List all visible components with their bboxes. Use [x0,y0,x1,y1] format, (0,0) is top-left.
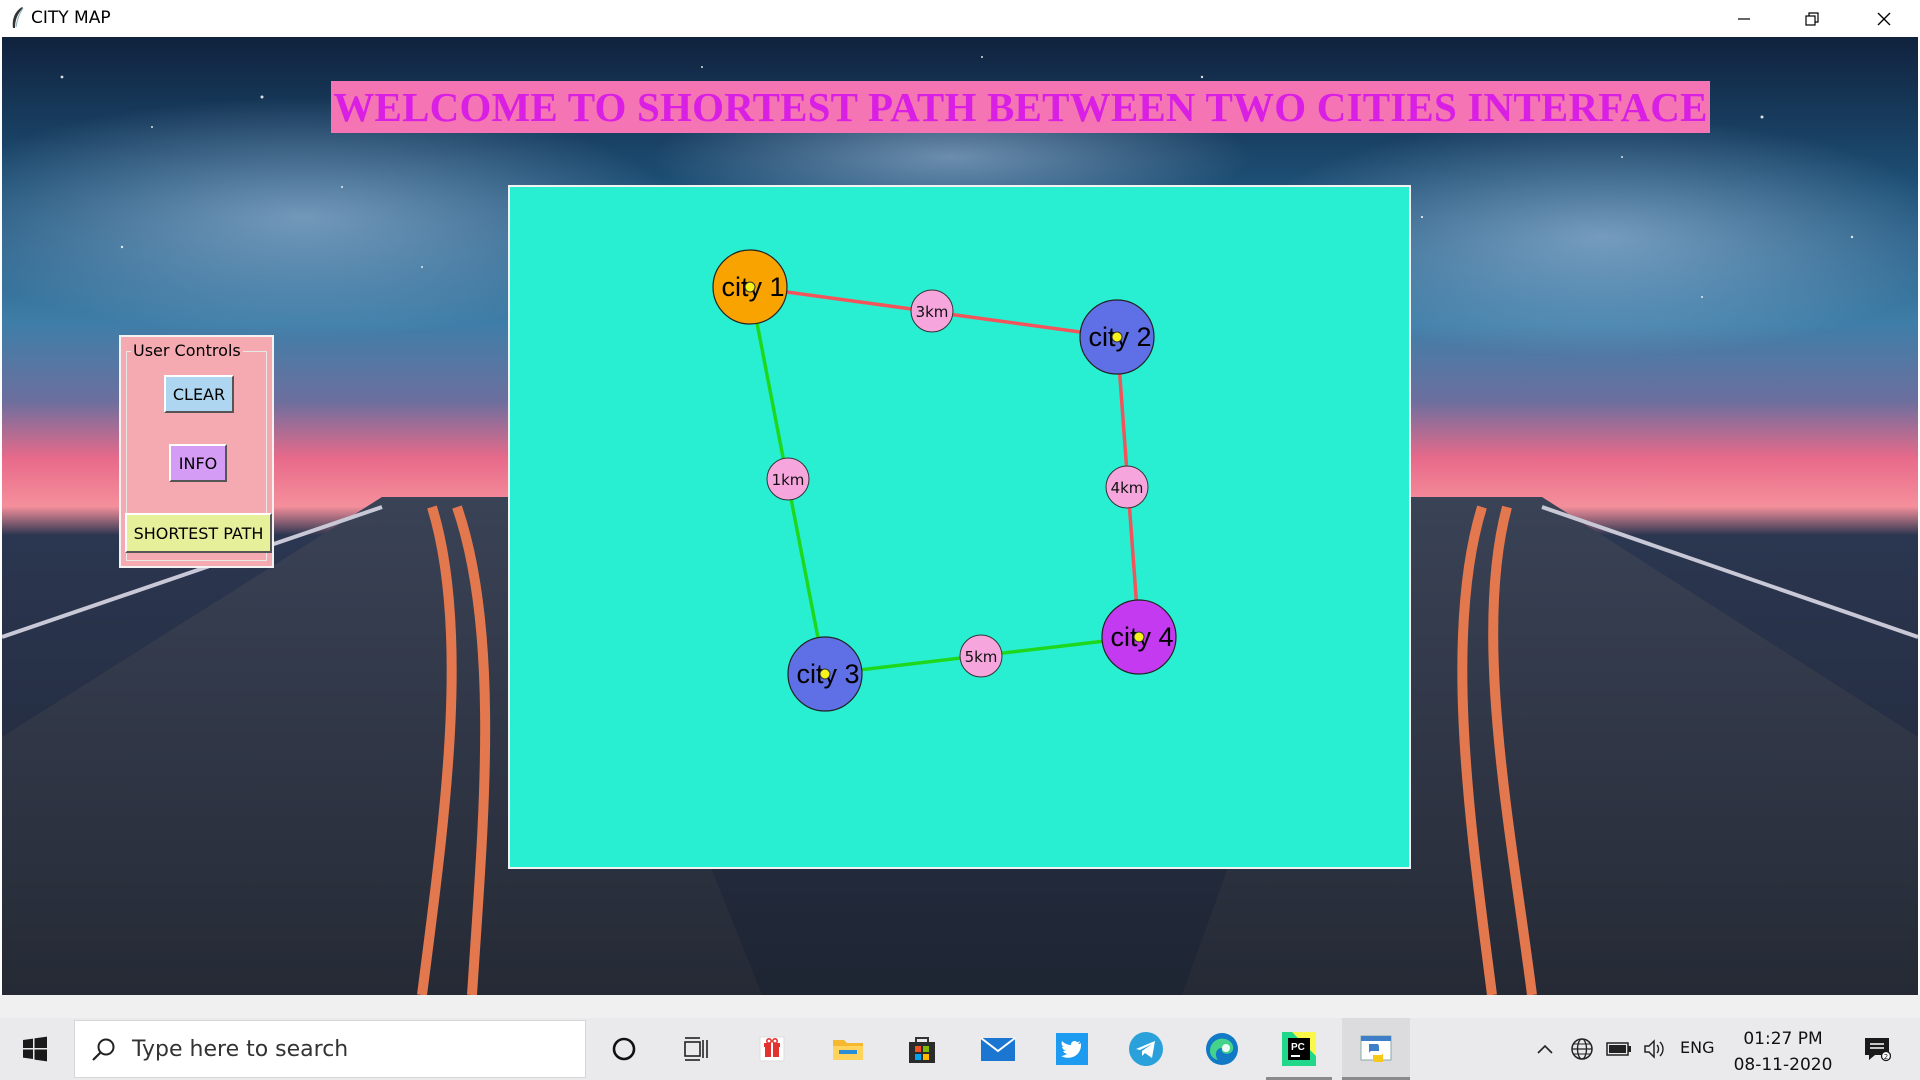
city-marker-4 [1133,631,1145,643]
distance-label-city1-city3: 1km [766,457,810,501]
clear-button[interactable]: CLEAR [164,375,234,413]
window-title: CITY MAP [31,8,111,28]
file-explorer-button[interactable] [816,1018,880,1080]
battery-button[interactable] [1604,1018,1634,1080]
mail-button[interactable] [966,1018,1030,1080]
taskbar: Type here to search PC ENG 01:27 PM 08-1… [0,1018,1920,1080]
edge-icon [1206,1033,1238,1065]
title-bar: CITY MAP [0,0,1920,37]
svg-text:PC: PC [1291,1042,1305,1053]
action-center-button[interactable]: 2 [1852,1018,1902,1080]
taskbar-search-box[interactable]: Type here to search [74,1020,586,1078]
svg-text:1km: 1km [772,471,805,489]
telegram-icon [1129,1032,1163,1066]
close-icon [1877,12,1891,25]
minimize-button[interactable] [1710,0,1778,37]
distance-label-city3-city4: 5km [959,634,1003,678]
city-node-4[interactable]: city 4 [1101,599,1177,675]
clock-time: 01:27 PM [1743,1029,1823,1049]
chevron-up-icon [1537,1044,1553,1054]
shortest-path-button[interactable]: SHORTEST PATH [125,513,272,553]
start-icon [23,1036,47,1062]
python-app-button[interactable] [1342,1018,1410,1080]
store-icon [909,1037,935,1063]
python-icon [1360,1035,1392,1062]
close-button[interactable] [1850,0,1918,37]
pycharm-icon: PC [1282,1032,1316,1066]
mail-icon [980,1037,1016,1061]
volume-button[interactable] [1640,1018,1670,1080]
city-marker-1 [744,281,756,293]
notification-icon: 2 [1865,1038,1891,1062]
city-node-1[interactable]: city 1 [712,249,788,325]
restore-icon [1805,11,1819,26]
clock-date: 08-11-2020 [1733,1055,1833,1075]
svg-text:4km: 4km [1111,479,1144,497]
gift-app-button[interactable] [742,1018,802,1080]
pycharm-button[interactable]: PC [1266,1018,1332,1080]
city-graph: city 1 city 2 city 3 city 4 3km 4km 1km … [712,249,1177,712]
network-icon [1571,1038,1593,1060]
distance-label-city2-city4: 4km [1105,465,1149,509]
distance-label-city1-city2: 3km [910,289,954,333]
task-view-icon [684,1037,708,1061]
twitter-button[interactable] [1040,1018,1104,1080]
telegram-button[interactable] [1114,1018,1178,1080]
network-button[interactable] [1568,1018,1596,1080]
svg-text:3km: 3km [916,303,949,321]
input-language-indicator[interactable]: ENG [1680,1038,1714,1057]
svg-text:5km: 5km [965,648,998,666]
file-explorer-icon [833,1040,863,1060]
user-controls-legend: User Controls [131,341,243,360]
city-node-2[interactable]: city 2 [1079,299,1155,375]
city-node-3[interactable]: city 3 [787,636,863,712]
city-map-canvas[interactable]: city 1 city 2 city 3 city 4 3km 4km 1km … [508,185,1411,869]
restore-button[interactable] [1778,0,1846,37]
minimize-icon [1738,17,1750,20]
show-hidden-icons-button[interactable] [1532,1018,1558,1080]
city-marker-3 [819,668,831,680]
welcome-banner: WELCOME TO SHORTEST PATH BETWEEN TWO CIT… [331,81,1710,133]
cortana-button[interactable] [594,1018,654,1080]
info-button[interactable]: INFO [169,444,227,482]
app-window: WELCOME TO SHORTEST PATH BETWEEN TWO CIT… [2,37,1918,995]
user-controls-panel: User Controls CLEAR INFO SHORTEST PATH [119,335,274,568]
start-button[interactable] [0,1018,70,1080]
window-bottom-edge [0,995,1920,1018]
cortana-icon [612,1037,636,1061]
svg-text:2: 2 [1884,1053,1888,1061]
search-placeholder: Type here to search [132,1037,349,1062]
taskbar-clock[interactable]: 01:27 PM 08-11-2020 [1728,1026,1838,1078]
search-icon [92,1038,115,1061]
gift-icon [759,1036,785,1062]
twitter-icon [1056,1033,1088,1065]
volume-icon [1644,1039,1664,1059]
store-button[interactable] [890,1018,954,1080]
edge-button[interactable] [1190,1018,1254,1080]
city-marker-2 [1111,331,1123,343]
task-view-button[interactable] [666,1018,726,1080]
battery-icon [1606,1042,1631,1056]
tk-feather-icon [12,7,24,28]
